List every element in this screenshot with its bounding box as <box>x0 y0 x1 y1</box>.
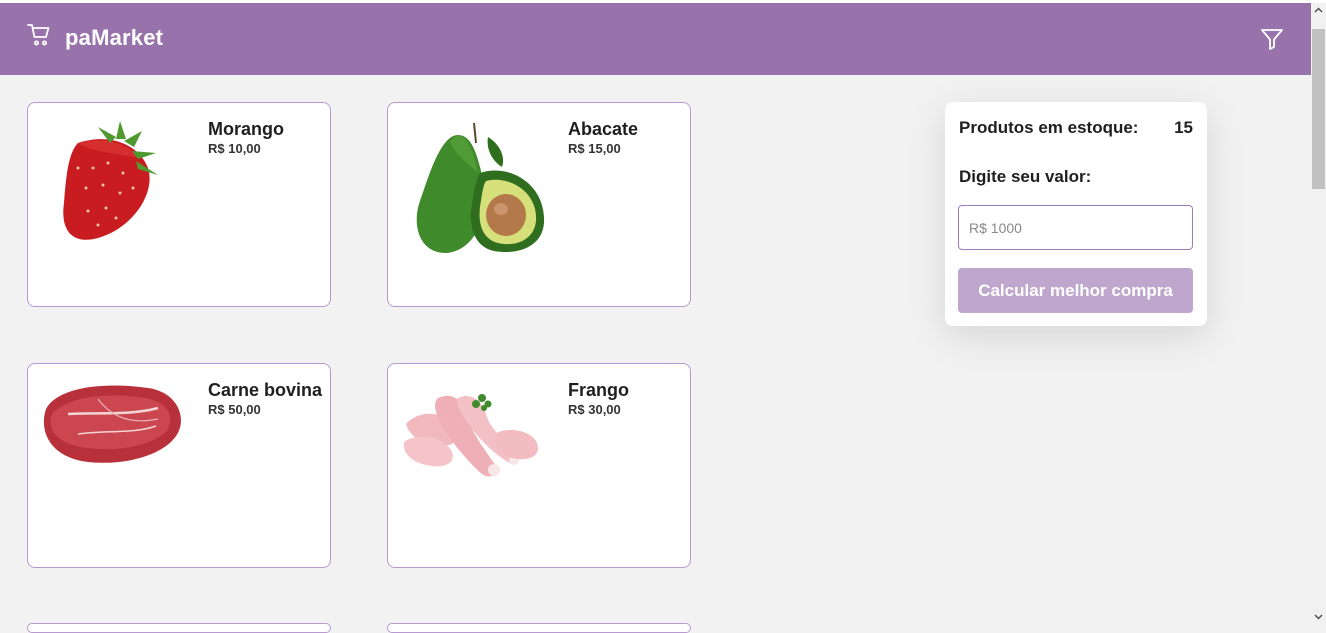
product-name: Carne bovina <box>208 380 323 400</box>
value-label: Digite seu valor: <box>959 167 1092 186</box>
vertical-scrollbar[interactable] <box>1311 3 1326 625</box>
product-card-carne-bovina[interactable]: Carne bovina R$ 50,00 <box>27 363 331 568</box>
product-price: R$ 10,00 <box>208 141 261 156</box>
filter-icon <box>1260 29 1284 55</box>
brand[interactable]: paMarket <box>27 23 163 52</box>
stock-row: Produtos em estoque: 15 <box>959 118 1193 138</box>
product-price: R$ 30,00 <box>568 402 621 417</box>
stock-count: 15 <box>1174 118 1193 137</box>
product-name: Abacate <box>568 119 639 139</box>
product-card-morango[interactable]: Morango R$ 10,00 <box>27 102 331 307</box>
calculate-best-purchase-button[interactable]: Calcular melhor compra <box>958 268 1193 313</box>
product-price: R$ 15,00 <box>568 141 621 156</box>
product-price: R$ 50,00 <box>208 402 261 417</box>
beef-image <box>38 374 188 514</box>
budget-panel: Produtos em estoque: 15 Digite seu valor… <box>945 102 1207 326</box>
filter-button[interactable] <box>1260 27 1286 51</box>
product-name: Morango <box>208 119 284 139</box>
product-card-frango[interactable]: Frango R$ 30,00 <box>387 363 691 568</box>
stock-label: Produtos em estoque: <box>959 118 1139 137</box>
strawberry-image <box>38 113 188 253</box>
chicken-image <box>398 374 548 514</box>
avocado-image <box>398 113 548 253</box>
cart-icon <box>27 23 51 52</box>
app-header: paMarket <box>0 3 1311 75</box>
product-name: Frango <box>568 380 629 400</box>
scroll-down-arrow-icon[interactable] <box>1311 609 1326 624</box>
budget-input[interactable] <box>958 205 1193 250</box>
product-card-abacate[interactable]: Abacate R$ 15,00 <box>387 102 691 307</box>
scroll-up-arrow-icon[interactable] <box>1311 3 1326 18</box>
brand-title: paMarket <box>65 24 164 50</box>
scrollbar-thumb[interactable] <box>1312 29 1325 189</box>
